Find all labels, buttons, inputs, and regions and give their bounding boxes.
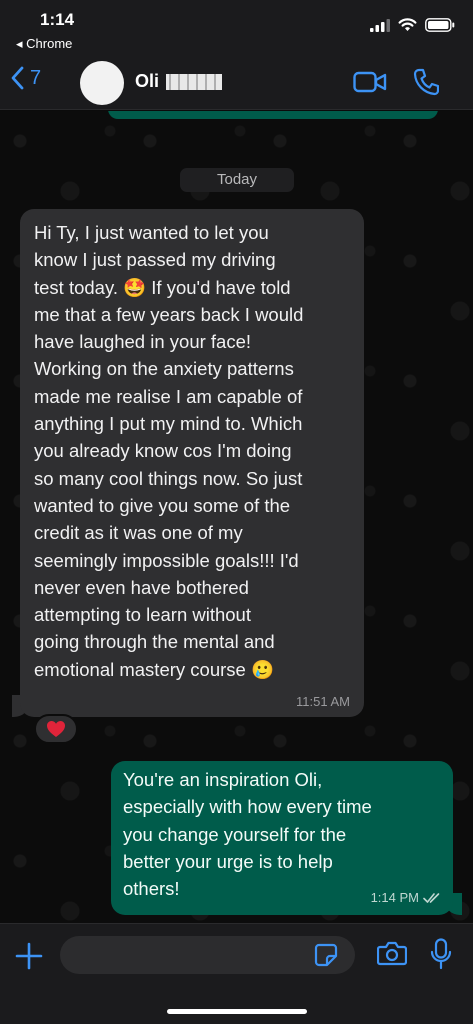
voice-call-button[interactable] — [413, 68, 440, 101]
outgoing-message-text: You're an inspiration Oli, especially wi… — [123, 769, 372, 900]
phone-icon — [413, 68, 440, 96]
status-bar: 1:14 ◂ Chrome — [0, 0, 473, 56]
heart-icon — [47, 721, 65, 737]
microphone-button[interactable] — [430, 938, 452, 975]
outgoing-message-time: 1:14 PM — [370, 890, 419, 905]
incoming-message-time: 11:51 AM — [296, 694, 350, 709]
video-camera-icon — [353, 71, 387, 93]
status-icons — [370, 18, 455, 32]
chat-header: 7 Oli — [0, 56, 473, 110]
double-check-icon — [423, 892, 440, 903]
battery-icon — [425, 18, 455, 32]
chevron-left-icon — [11, 66, 24, 90]
outgoing-message[interactable]: You're an inspiration Oli, especially wi… — [111, 761, 453, 915]
camera-button[interactable] — [376, 940, 408, 971]
status-time: 1:14 — [40, 10, 75, 29]
avatar[interactable] — [80, 61, 124, 105]
plus-icon — [15, 942, 43, 970]
video-call-button[interactable] — [353, 70, 387, 99]
message-input[interactable] — [60, 936, 355, 974]
sticker-button[interactable] — [314, 943, 338, 972]
redacted-surname — [166, 74, 222, 90]
date-separator: Today — [180, 168, 294, 192]
back-to-app-link[interactable]: ◂ Chrome — [16, 36, 72, 52]
message-input-bar — [0, 923, 473, 1024]
microphone-icon — [430, 938, 452, 970]
incoming-message[interactable]: Hi Ty, I just wanted to let you know I j… — [20, 209, 364, 717]
sticker-icon — [314, 943, 338, 967]
home-indicator[interactable] — [167, 1009, 307, 1014]
message-reaction[interactable] — [34, 714, 78, 744]
back-button[interactable]: 7 — [10, 66, 41, 90]
previous-message-bubble — [108, 111, 438, 119]
incoming-message-text: Hi Ty, I just wanted to let you know I j… — [34, 222, 304, 680]
chat-area[interactable]: Today Hi Ty, I just wanted to let you kn… — [0, 111, 473, 923]
camera-icon — [376, 941, 408, 966]
contact-name[interactable]: Oli — [135, 71, 159, 92]
unread-count: 7 — [30, 66, 42, 89]
outgoing-message-meta: 1:14 PM — [371, 890, 441, 905]
signal-icon — [370, 18, 390, 32]
attach-button[interactable] — [15, 942, 43, 975]
wifi-icon — [398, 18, 417, 31]
